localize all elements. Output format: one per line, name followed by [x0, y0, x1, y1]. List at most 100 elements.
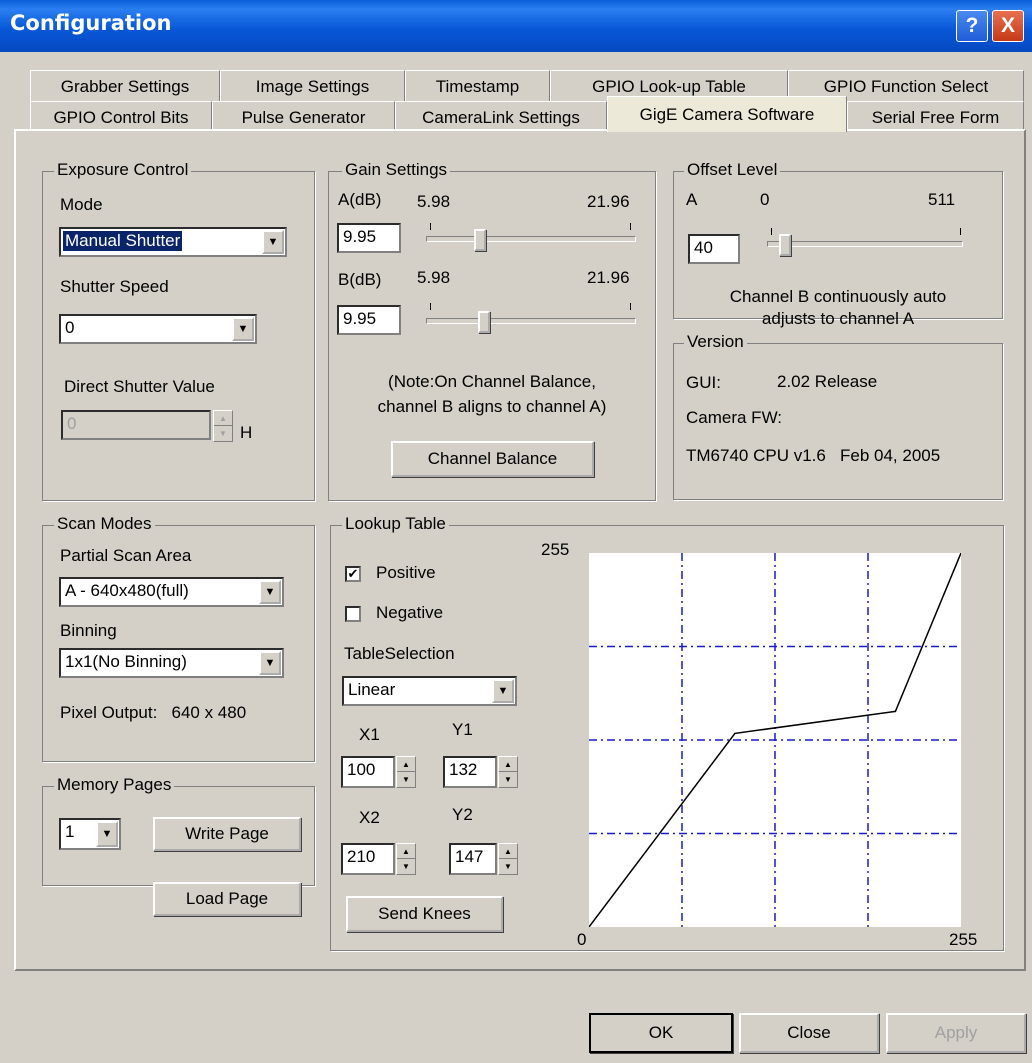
gain-note-line2: channel B aligns to channel A) [377, 397, 607, 416]
spin-up-icon[interactable]: ▲ [397, 757, 415, 772]
help-button[interactable]: ? [956, 10, 988, 42]
tab-grabber-settings[interactable]: Grabber Settings [30, 70, 220, 102]
y1-spinner[interactable]: ▲ ▼ [498, 756, 518, 788]
gain-b-input[interactable]: 9.95 [337, 305, 401, 335]
y2-label: Y2 [452, 805, 473, 824]
positive-checkbox[interactable]: ✔ [345, 566, 361, 582]
y1-input[interactable]: 132 [443, 756, 497, 788]
spin-down-icon[interactable]: ▼ [397, 772, 415, 787]
offset-max: 511 [928, 190, 956, 209]
negative-checkbox[interactable] [345, 606, 361, 622]
shutter-speed-select[interactable]: 0 ▼ [59, 314, 257, 344]
x1-spinner[interactable]: ▲ ▼ [396, 756, 416, 788]
shutter-speed-value: 0 [65, 318, 75, 337]
gain-b-min: 5.98 [417, 268, 451, 287]
direct-shutter-spinner[interactable]: ▲ ▼ [213, 410, 233, 442]
gain-b-label: B(dB) [338, 270, 382, 289]
camera-fw-value: TM6740 CPU v1.6 Feb 04, 2005 [686, 446, 941, 465]
tab-image-settings[interactable]: Image Settings [220, 70, 405, 102]
spin-down-icon[interactable]: ▼ [499, 772, 517, 787]
y2-spinner[interactable]: ▲ ▼ [498, 843, 518, 875]
offset-slider-thumb[interactable] [779, 234, 791, 256]
gain-a-min: 5.98 [417, 192, 451, 211]
direct-shutter-input[interactable]: 0 [61, 410, 211, 440]
y2-input[interactable]: 147 [449, 843, 497, 875]
close-window-button[interactable]: X [992, 10, 1024, 42]
table-selection-value: Linear [348, 680, 396, 699]
table-selection-select[interactable]: Linear ▼ [342, 676, 517, 706]
exposure-control-title: Exposure Control [54, 160, 192, 180]
write-page-button[interactable]: Write Page [153, 817, 301, 851]
chevron-down-icon[interactable]: ▼ [96, 821, 118, 847]
spin-down-icon[interactable]: ▼ [499, 859, 517, 874]
chevron-down-icon[interactable]: ▼ [232, 317, 254, 341]
chevron-down-icon[interactable]: ▼ [259, 580, 281, 604]
channel-balance-button[interactable]: Channel Balance [391, 441, 594, 477]
tab-timestamp[interactable]: Timestamp [405, 70, 550, 102]
close-button[interactable]: Close [739, 1013, 879, 1053]
version-title: Version [684, 332, 747, 352]
binning-select[interactable]: 1x1(No Binning) ▼ [59, 648, 284, 678]
binning-label: Binning [60, 621, 117, 640]
gain-a-slider-thumb[interactable] [474, 229, 486, 251]
mode-value: Manual Shutter [63, 231, 183, 251]
direct-shutter-label: Direct Shutter Value [64, 377, 215, 396]
lookup-table-chart [589, 553, 961, 927]
window-title: Configuration [10, 11, 172, 35]
x-axis-max-label: 255 [949, 930, 978, 949]
apply-button[interactable]: Apply [886, 1013, 1026, 1053]
binning-value: 1x1(No Binning) [65, 652, 187, 671]
tab-gige-camera-software[interactable]: GigE Camera Software [607, 96, 847, 132]
gui-value: 2.02 Release [777, 372, 878, 391]
gain-a-max: 21.96 [587, 192, 630, 211]
offset-level-title: Offset Level [684, 160, 781, 180]
check-icon: ✔ [347, 566, 359, 581]
spin-down-icon[interactable]: ▼ [214, 426, 232, 441]
offset-note-line1: Channel B continuously auto [729, 287, 947, 306]
gain-a-input[interactable]: 9.95 [337, 223, 401, 253]
x1-input[interactable]: 100 [341, 756, 395, 788]
spin-up-icon[interactable]: ▲ [499, 757, 517, 772]
lookup-table-title: Lookup Table [342, 514, 449, 534]
chevron-down-icon[interactable]: ▼ [492, 679, 514, 703]
spin-up-icon[interactable]: ▲ [397, 844, 415, 859]
ok-button[interactable]: OK [589, 1013, 733, 1053]
mode-select[interactable]: Manual Shutter ▼ [59, 227, 287, 257]
x2-spinner[interactable]: ▲ ▼ [396, 843, 416, 875]
direct-shutter-unit: H [240, 423, 253, 442]
partial-scan-value: A - 640x480(full) [65, 581, 189, 600]
partial-scan-select[interactable]: A - 640x480(full) ▼ [59, 577, 284, 607]
offset-min: 0 [760, 190, 770, 209]
spin-down-icon[interactable]: ▼ [397, 859, 415, 874]
mode-label: Mode [60, 195, 103, 214]
partial-scan-label: Partial Scan Area [60, 546, 192, 565]
offset-slider-track[interactable] [767, 241, 963, 247]
negative-label: Negative [376, 603, 444, 622]
spin-up-icon[interactable]: ▲ [214, 411, 232, 426]
table-selection-label: TableSelection [344, 644, 455, 663]
scan-modes-title: Scan Modes [54, 514, 155, 534]
send-knees-button[interactable]: Send Knees [346, 896, 503, 932]
gain-a-label: A(dB) [338, 190, 382, 209]
offset-a-label: A [686, 190, 698, 209]
memory-page-value: 1 [65, 822, 75, 841]
positive-label: Positive [376, 563, 436, 582]
load-page-button[interactable]: Load Page [153, 882, 301, 916]
gain-b-slider-thumb[interactable] [478, 311, 490, 333]
y-axis-max-label: 255 [541, 540, 570, 559]
gain-a-slider-track[interactable] [426, 236, 636, 242]
offset-input[interactable]: 40 [688, 234, 740, 264]
gui-label: GUI: [686, 373, 721, 392]
gain-note-line1: (Note:On Channel Balance, [388, 372, 596, 391]
chevron-down-icon[interactable]: ▼ [262, 230, 284, 254]
memory-page-select[interactable]: 1 ▼ [59, 818, 121, 850]
x2-input[interactable]: 210 [341, 843, 395, 875]
gain-b-slider-track[interactable] [426, 318, 636, 324]
spin-up-icon[interactable]: ▲ [499, 844, 517, 859]
y1-label: Y1 [452, 720, 473, 739]
chevron-down-icon[interactable]: ▼ [259, 651, 281, 675]
camera-fw-label: Camera FW: [686, 408, 783, 427]
gain-b-max: 21.96 [587, 268, 630, 287]
memory-pages-title: Memory Pages [54, 775, 175, 795]
shutter-speed-label: Shutter Speed [60, 277, 169, 296]
